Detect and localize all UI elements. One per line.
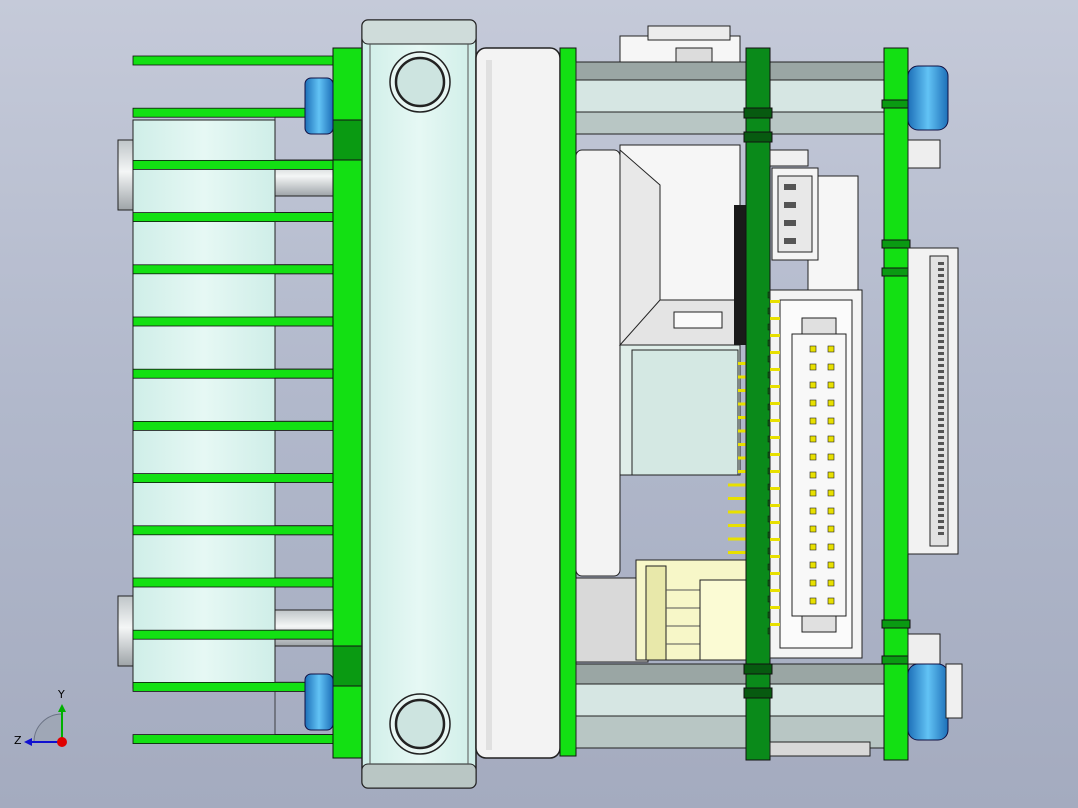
- heatsink-fin: [132, 629, 334, 640]
- header-pin: [827, 381, 835, 389]
- heatsink-fin: [132, 368, 334, 379]
- heatsink-fin: [132, 577, 334, 588]
- heatsink-fin: [132, 316, 334, 327]
- heatsink-fin: [132, 159, 334, 170]
- header-pin: [809, 435, 817, 443]
- header-pin: [809, 597, 817, 605]
- header-pin: [809, 399, 817, 407]
- header-pin: [809, 417, 817, 425]
- heatsink-fin: [132, 264, 334, 275]
- heatsink-fin: [132, 420, 334, 431]
- header-pin: [827, 435, 835, 443]
- header-pin: [809, 561, 817, 569]
- header-pin: [827, 525, 835, 533]
- nut-top-right: [907, 65, 949, 131]
- header-pin: [827, 363, 835, 371]
- header-pin: [809, 381, 817, 389]
- heatsink-fin: [132, 473, 334, 484]
- mounting-bracket: [361, 19, 477, 789]
- header-pin: [809, 363, 817, 371]
- header-pin: [827, 399, 835, 407]
- pcb-board-1: [559, 47, 577, 757]
- nut-bottom-right: [907, 663, 949, 741]
- header-pin: [827, 417, 835, 425]
- header-pin: [809, 543, 817, 551]
- heatsink-fin: [132, 734, 334, 744]
- header-pin: [827, 561, 835, 569]
- header-pin: [827, 471, 835, 479]
- right-components: [769, 149, 863, 659]
- header-pin: [809, 507, 817, 515]
- header-pin: [809, 453, 817, 461]
- y-axis-label: Y: [57, 688, 65, 701]
- header-pin: [827, 579, 835, 587]
- z-axis-label: Z: [14, 734, 22, 747]
- header-pin: [827, 453, 835, 461]
- heatsink-fin: [132, 682, 334, 692]
- white-housing: [475, 47, 561, 759]
- header-pin: [827, 507, 835, 515]
- heatsink-assembly: [117, 47, 364, 759]
- cad-viewport[interactable]: Y Z: [0, 0, 1078, 808]
- header-pin: [809, 579, 817, 587]
- header-pin: [827, 597, 835, 605]
- coordinate-triad-icon: Y Z: [14, 688, 67, 747]
- heatsink-body: [132, 119, 276, 689]
- header-pin: [809, 471, 817, 479]
- header-pin: [809, 489, 817, 497]
- header-pin: [809, 345, 817, 353]
- pcb-board-3: [883, 47, 909, 761]
- header-pin: [827, 543, 835, 551]
- header-pin: [827, 345, 835, 353]
- header-pin: [809, 525, 817, 533]
- heatsink-fin: [132, 212, 334, 223]
- nut-top-left: [304, 77, 334, 135]
- heatsink-fin: [132, 525, 334, 536]
- heatsink-fin: [132, 107, 334, 118]
- edge-connector: [907, 139, 959, 665]
- assembly-side-view[interactable]: Y Z: [0, 0, 1078, 808]
- nut-bottom-left: [304, 673, 334, 731]
- header-pin: [827, 489, 835, 497]
- heatsink-fin: [132, 55, 334, 66]
